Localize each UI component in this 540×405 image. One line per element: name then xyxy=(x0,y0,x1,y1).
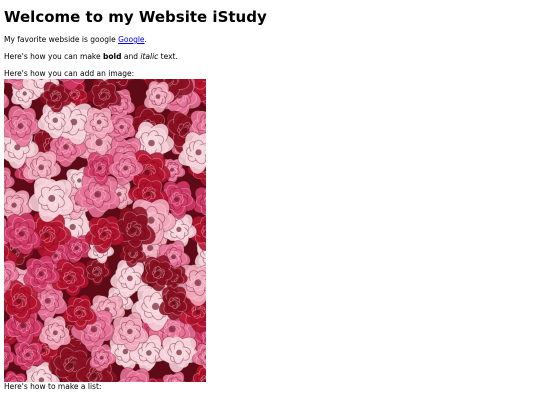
page-heading: Welcome to my Website iStudy xyxy=(4,8,267,26)
page-content: Welcome to my Website iStudy My favorite… xyxy=(4,0,536,392)
italic-text: italic xyxy=(140,52,159,61)
bold-text: bold xyxy=(103,52,122,61)
formatting-paragraph: Here's how you can make bold and italic … xyxy=(4,52,536,62)
intro-text: My favorite webside is google xyxy=(4,35,119,44)
image-intro-paragraph: Here's how you can add an image: xyxy=(4,69,135,78)
roses-image xyxy=(4,79,206,382)
formatting-text-suffix: text. xyxy=(158,52,178,61)
intro-suffix: . xyxy=(144,35,147,44)
roses-illustration xyxy=(4,79,206,382)
google-link[interactable]: Google xyxy=(118,35,144,44)
list-intro-paragraph: Here's how to make a list: xyxy=(4,382,102,391)
formatting-text-prefix: Here's how you can make xyxy=(4,52,103,61)
formatting-text-middle: and xyxy=(121,52,141,61)
intro-paragraph: My favorite webside is google Google. xyxy=(4,35,536,45)
